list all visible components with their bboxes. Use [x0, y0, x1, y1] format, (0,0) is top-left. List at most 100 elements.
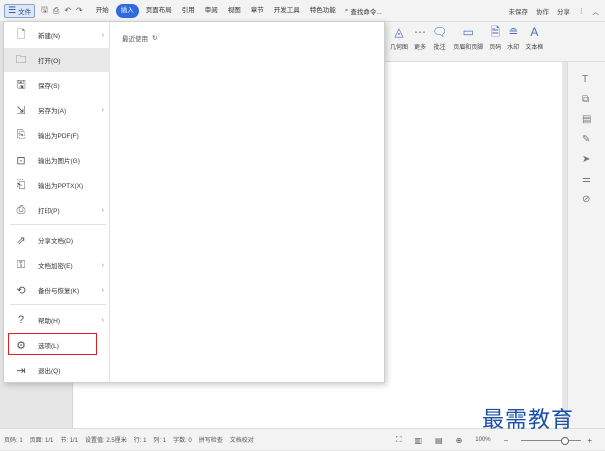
- collapse-icon[interactable]: ︿: [593, 6, 600, 16]
- new-doc-icon: 🗋: [16, 28, 26, 41]
- proofread-button[interactable]: 文档校对: [230, 435, 254, 444]
- menu-item-label: 帮助(H): [38, 318, 61, 325]
- menu-item-label: 文档加密(E): [38, 263, 73, 270]
- menu-item-share[interactable]: ⇗ 分享文档(D): [4, 228, 110, 252]
- help-icon: ?: [17, 314, 25, 326]
- fit-icon[interactable]: ⛶: [396, 435, 402, 445]
- command-search[interactable]: ⌕ 查找命令...: [345, 6, 382, 16]
- watermark-logo: 最需教育: [482, 408, 575, 433]
- tab-page-layout[interactable]: 页面布局: [141, 4, 177, 18]
- menu-item-export-image[interactable]: ⊡ 输出为图片(G): [4, 148, 110, 172]
- right-tools: 未保存 协作 分享 ⋮ ︿: [509, 0, 600, 22]
- shapes-icon: ◬: [394, 25, 404, 39]
- tab-features[interactable]: 特色功能: [305, 4, 341, 18]
- menu-item-open[interactable]: 🗀 打开(O): [4, 48, 110, 72]
- textbox-button[interactable]: A 文本框: [525, 24, 543, 51]
- web-view-icon[interactable]: ⊕: [456, 436, 463, 445]
- file-label: 文件: [18, 8, 32, 16]
- comment-label: 批注: [433, 45, 446, 51]
- page-number-button[interactable]: 🗎 页码: [489, 24, 501, 51]
- shapes-button[interactable]: ◬ 几何图: [390, 24, 408, 51]
- more-icon[interactable]: ⋮: [578, 7, 585, 15]
- chevron-right-icon: ›: [101, 206, 104, 214]
- ribbon-tabs: 开始 插入 页面布局 引用 审阅 视图 章节 开发工具 特色功能: [91, 3, 341, 18]
- select-icon[interactable]: ➤: [582, 154, 590, 165]
- menu-item-encrypt[interactable]: ⚿ 文档加密(E) ›: [4, 253, 110, 277]
- tab-review[interactable]: 审阅: [200, 4, 223, 18]
- chevron-right-icon: ›: [101, 261, 104, 269]
- more-button[interactable]: ⋯ 更多: [414, 24, 426, 51]
- menu-item-exit[interactable]: ⇥ 退出(Q): [4, 358, 110, 382]
- menu-item-label: 打印(P): [38, 208, 60, 215]
- file-menu-button[interactable]: ☰ 文件: [4, 3, 36, 18]
- menu-item-print[interactable]: ⎙ 打印(P) ›: [4, 198, 110, 222]
- status-row: 行: 1: [133, 438, 147, 444]
- menu-item-export-pptx[interactable]: ⎗ 输出为PPTX(X): [4, 173, 110, 197]
- header-footer-button[interactable]: ▭ 页眉和页脚: [453, 24, 483, 51]
- menu-item-label: 打开(O): [38, 58, 61, 65]
- textbox-label: 文本框: [525, 45, 544, 51]
- zoom-slider[interactable]: [521, 436, 582, 445]
- save-as-icon: ⇲: [16, 104, 26, 117]
- tab-section[interactable]: 章节: [246, 4, 269, 18]
- header-footer-icon: ▭: [462, 25, 474, 39]
- comment-button[interactable]: 🗨 批注: [432, 24, 447, 51]
- menu-item-label: 退出(Q): [38, 368, 61, 375]
- menu-divider: [10, 304, 106, 305]
- undo-icon[interactable]: ↶: [64, 6, 71, 15]
- tab-insert[interactable]: 插入: [115, 3, 139, 18]
- unsaved-status[interactable]: 未保存: [509, 6, 529, 16]
- header-footer-label: 页眉和页脚: [453, 45, 484, 51]
- status-page: 页码: 1: [4, 438, 23, 444]
- collab-button[interactable]: 协作: [536, 6, 549, 16]
- save-quick-icon[interactable]: 🖫: [41, 4, 48, 18]
- share-button[interactable]: 分享: [557, 6, 570, 16]
- pen-icon[interactable]: ✎: [582, 134, 590, 145]
- menu-item-export-pdf[interactable]: ⎘ 输出为PDF(F): [4, 123, 110, 147]
- tab-references[interactable]: 引用: [177, 4, 200, 18]
- print-quick-icon[interactable]: ⎙: [53, 6, 59, 16]
- image-icon: ⊡: [16, 154, 26, 167]
- chevron-right-icon: ›: [101, 286, 104, 294]
- menu-item-label: 保存(S): [38, 83, 60, 90]
- shapes-label: 几何图: [390, 45, 409, 51]
- page-number-label: 页码: [489, 45, 502, 51]
- menu-item-help[interactable]: ? 帮助(H) ›: [4, 308, 110, 332]
- menu-item-new[interactable]: 🗋 新建(N) ›: [4, 23, 110, 47]
- right-side-panel: T ⧉ ▤ ✎ ➤ ⚌ ⊘: [567, 62, 605, 428]
- pptx-icon: ⎗: [16, 178, 26, 191]
- zoom-out-icon[interactable]: −: [504, 436, 509, 445]
- menu-item-label: 输出为图片(G): [38, 158, 80, 165]
- tab-home[interactable]: 开始: [91, 4, 114, 18]
- text-style-icon[interactable]: T: [582, 74, 588, 85]
- menu-item-backup[interactable]: ⟲ 备份与恢复(K) ›: [4, 278, 110, 302]
- refresh-icon[interactable]: ↻: [152, 34, 157, 42]
- status-col: 列: 1: [153, 438, 167, 444]
- recent-label: 最近使用: [122, 36, 148, 43]
- watermark-icon: ≘: [508, 25, 519, 39]
- tab-view[interactable]: 视图: [223, 4, 246, 18]
- page-view-icon[interactable]: ▤: [435, 436, 443, 445]
- hamburger-icon: ☰: [8, 5, 17, 15]
- format-icon[interactable]: ⧉: [582, 94, 589, 105]
- status-words[interactable]: 字数: 0: [173, 435, 192, 444]
- zoom-value[interactable]: 100%: [475, 437, 490, 443]
- menu-item-save-as[interactable]: ⇲ 另存为(A) ›: [4, 98, 110, 122]
- zoom-in-icon[interactable]: +: [587, 436, 592, 445]
- watermark-button[interactable]: ≘ 水印: [507, 24, 519, 51]
- menu-item-label: 新建(N): [38, 33, 61, 40]
- search-icon: ⌕: [344, 6, 349, 14]
- adjust-icon[interactable]: ⚌: [582, 174, 591, 185]
- save-icon: 🖫: [16, 78, 26, 91]
- object-icon[interactable]: ▤: [582, 114, 591, 125]
- spell-check-button[interactable]: 拼写检查: [199, 435, 223, 444]
- comment-icon: 🗨: [432, 25, 448, 39]
- status-section: 节: 1/1: [60, 438, 79, 444]
- menu-item-save[interactable]: 🖫 保存(S): [4, 73, 110, 97]
- read-view-icon[interactable]: ▥: [414, 436, 422, 445]
- redo-icon[interactable]: ↷: [76, 6, 83, 15]
- help-side-icon[interactable]: ⊘: [582, 194, 590, 205]
- tab-developer[interactable]: 开发工具: [269, 4, 305, 18]
- ribbon-toolbar: ◬ 几何图 ⋯ 更多 🗨 批注 ▭ 页眉和页脚 🗎 页码 ≘ 水印 A 文本框: [384, 22, 605, 62]
- print-icon: ⎙: [16, 203, 26, 216]
